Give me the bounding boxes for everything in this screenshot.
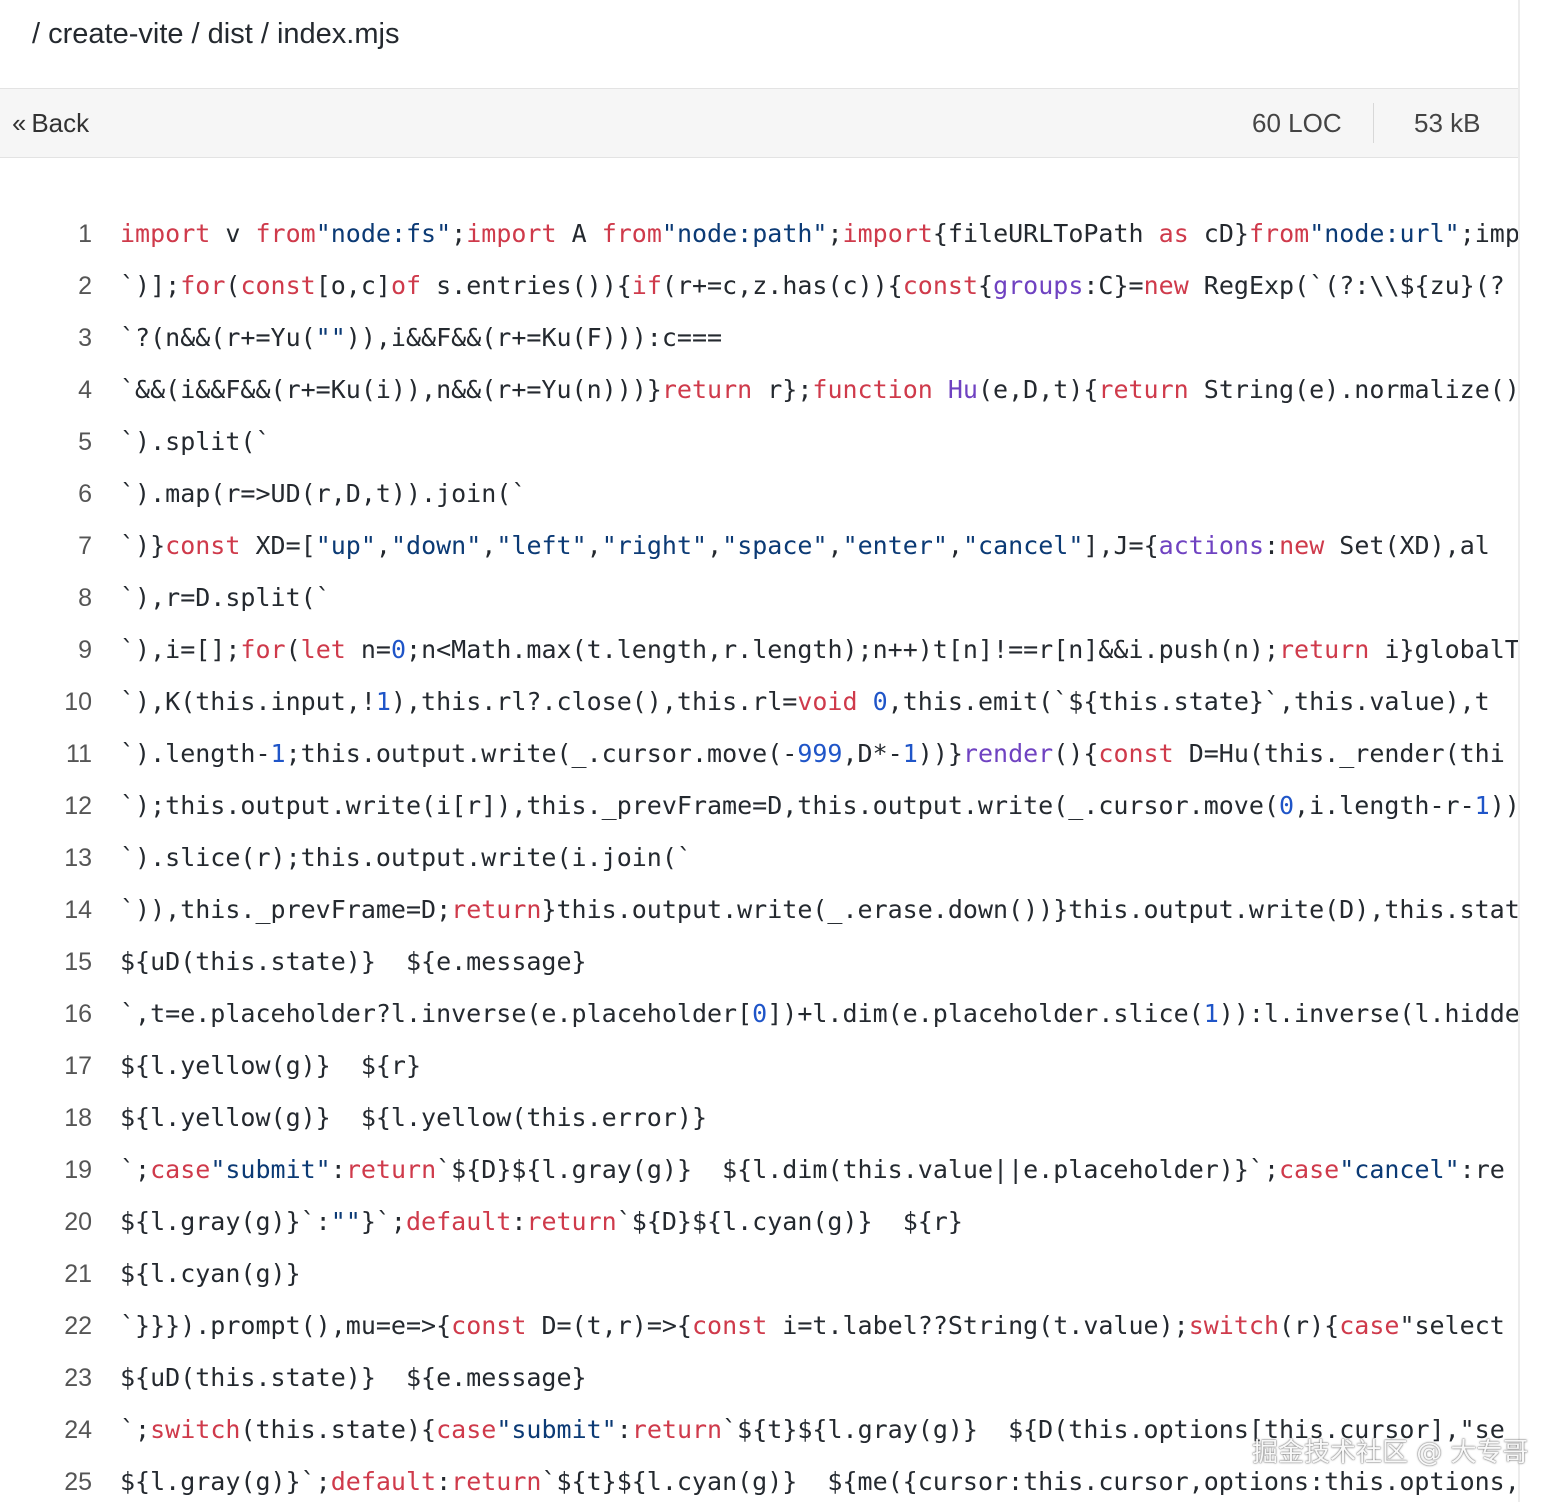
line-source: `?(n&&(r+=Yu("")),i&&F&&(r+=Ku(F))):c=== (120, 323, 723, 352)
code-line: 16 `,t=e.placeholder?l.inverse(e.placehol… (0, 988, 1518, 1040)
line-source: ${l.yellow(g)} ${l.yellow(this.error)} (120, 1103, 707, 1132)
line-number: 10 (64, 688, 92, 716)
line-source: `).map(r=>UD(r,D,t)).join(` (120, 479, 527, 508)
line-number: 18 (64, 1104, 92, 1132)
code-line: 12 `);this.output.write(i[r]),this._prevF… (0, 780, 1518, 832)
stat-divider (1373, 103, 1374, 143)
code-line: 1 import v from"node:fs";import A from"no… (0, 208, 1518, 260)
line-number: 19 (64, 1156, 92, 1184)
code-viewer: 1 import v from"node:fs";import A from"no… (0, 208, 1518, 1502)
line-number: 9 (78, 636, 92, 664)
file-size: 53 kB (1414, 108, 1481, 138)
line-source: ${uD(this.state)} ${e.message} (120, 1363, 587, 1392)
code-line: 4 `&&(i&&F&&(r+=Ku(i)),n&&(r+=Yu(n)))}ret… (0, 364, 1518, 416)
code-line: 6 `).map(r=>UD(r,D,t)).join(` (0, 468, 1518, 520)
code-line: 21 ${l.cyan(g)} (0, 1248, 1518, 1300)
line-source: `),r=D.split(` (120, 583, 331, 612)
code-line: 7 `)}const XD=["up","down","left","right"… (0, 520, 1518, 572)
line-source: `)}const XD=["up","down","left","right",… (120, 531, 1490, 560)
line-source: `).split(` (120, 427, 271, 456)
line-source: `;case"submit":return`${D}${l.gray(g)} $… (120, 1155, 1505, 1184)
watermark: 掘金技术社区 @ 大专哥 (1252, 1438, 1529, 1468)
line-number: 6 (78, 480, 92, 508)
line-number: 2 (78, 272, 92, 300)
line-source: `)),this._prevFrame=D;return}this.output… (120, 895, 1518, 924)
line-source: `);this.output.write(i[r]),this._prevFra… (120, 791, 1518, 820)
right-border (1518, 0, 1520, 1502)
code-line: 14 `)),this._prevFrame=D;return}this.outp… (0, 884, 1518, 936)
code-line: 17 ${l.yellow(g)} ${r} (0, 1040, 1518, 1092)
line-number: 21 (64, 1260, 92, 1288)
line-number: 1 (78, 220, 92, 248)
line-number: 17 (64, 1052, 92, 1080)
back-button[interactable]: ‹‹ Back (12, 103, 89, 143)
line-number: 8 (78, 584, 92, 612)
line-number: 23 (64, 1364, 92, 1392)
line-source: ${l.cyan(g)} (120, 1259, 301, 1288)
code-line: 23 ${uD(this.state)} ${e.message} (0, 1352, 1518, 1404)
loc-count: 60 LOC (1252, 108, 1342, 138)
line-number: 12 (64, 792, 92, 820)
line-number: 24 (64, 1416, 92, 1444)
line-number: 20 (64, 1208, 92, 1236)
code-line: 5 `).split(` (0, 416, 1518, 468)
line-source: `&&(i&&F&&(r+=Ku(i)),n&&(r+=Yu(n)))}retu… (120, 375, 1518, 404)
line-source: ${l.yellow(g)} ${r} (120, 1051, 422, 1080)
line-number: 13 (64, 844, 92, 872)
code-line: 9 `),i=[];for(let n=0;n<Math.max(t.length… (0, 624, 1518, 676)
line-source: import v from"node:fs";import A from"nod… (120, 219, 1518, 248)
line-source: `).length-1;this.output.write(_.cursor.m… (120, 739, 1505, 768)
code-line: 15 ${uD(this.state)} ${e.message} (0, 936, 1518, 988)
line-source: `}}}).prompt(),mu=e=>{const D=(t,r)=>{co… (120, 1311, 1505, 1340)
line-source: `),i=[];for(let n=0;n<Math.max(t.length,… (120, 635, 1518, 664)
breadcrumb: / create-vite / dist / index.mjs (32, 18, 400, 50)
code-line: 11 `).length-1;this.output.write(_.cursor… (0, 728, 1518, 780)
code-line: 13 `).slice(r);this.output.write(i.join(` (0, 832, 1518, 884)
line-number: 25 (64, 1468, 92, 1496)
line-source: `,t=e.placeholder?l.inverse(e.placeholde… (120, 999, 1518, 1028)
code-line: 22 `}}}).prompt(),mu=e=>{const D=(t,r)=>{… (0, 1300, 1518, 1352)
chevron-double-left-icon: ‹‹ (12, 108, 26, 138)
code-line: 18 ${l.yellow(g)} ${l.yellow(this.error)} (0, 1092, 1518, 1144)
line-number: 4 (78, 376, 92, 404)
code-line: 2 `)];for(const[o,c]of s.entries()){if(r+… (0, 260, 1518, 312)
line-number: 15 (64, 948, 92, 976)
line-number: 7 (78, 532, 92, 560)
code-line: 20 ${l.gray(g)}`:""}`;default:return`${D}… (0, 1196, 1518, 1248)
code-line: 19 `;case"submit":return`${D}${l.gray(g)}… (0, 1144, 1518, 1196)
line-number: 3 (78, 324, 92, 352)
line-number: 16 (64, 1000, 92, 1028)
code-line: 10 `),K(this.input,!1),this.rl?.close(),t… (0, 676, 1518, 728)
code-line: 3 `?(n&&(r+=Yu("")),i&&F&&(r+=Ku(F))):c==… (0, 312, 1518, 364)
file-toolbar: ‹‹ Back 60 LOC 53 kB (0, 88, 1518, 158)
line-source: `),K(this.input,!1),this.rl?.close(),thi… (120, 687, 1490, 716)
line-source: ${uD(this.state)} ${e.message} (120, 947, 587, 976)
line-number: 11 (66, 740, 92, 768)
line-source: `).slice(r);this.output.write(i.join(` (120, 843, 692, 872)
line-source: ${l.gray(g)}`:""}`;default:return`${D}${… (120, 1207, 963, 1236)
line-number: 22 (64, 1312, 92, 1340)
back-label: Back (31, 108, 90, 138)
code-line: 8 `),r=D.split(` (0, 572, 1518, 624)
line-number: 5 (78, 428, 92, 456)
line-source: `)];for(const[o,c]of s.entries()){if(r+=… (120, 271, 1505, 300)
line-number: 14 (64, 896, 92, 924)
